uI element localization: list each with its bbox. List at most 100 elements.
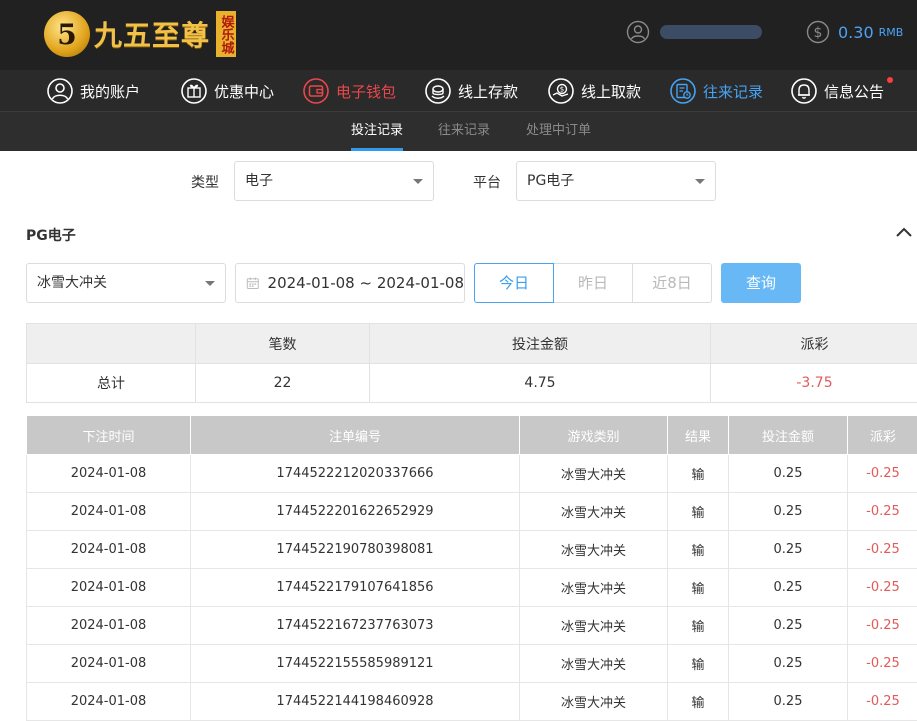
- game-select-value: 冰雪大冲关: [37, 275, 107, 291]
- payout: -0.25: [848, 531, 917, 569]
- bet-amount: 0.25: [729, 493, 848, 531]
- section-title: PG电子: [26, 225, 76, 245]
- chevron-down-icon: [695, 179, 705, 184]
- payout: -0.25: [848, 607, 917, 645]
- coin-icon: $: [806, 20, 830, 44]
- bet-time: 2024-01-08: [27, 569, 191, 607]
- bet-id: 1744522155585989121: [191, 645, 520, 683]
- platform-select-value: PG电子: [527, 173, 574, 189]
- payout: -0.25: [848, 493, 917, 531]
- bet-id: 1744522179107641856: [191, 569, 520, 607]
- game-category: 冰雪大冲关: [520, 569, 668, 607]
- nav-label: 往来记录: [703, 81, 763, 102]
- user-info[interactable]: [626, 20, 762, 44]
- date-range-picker[interactable]: 2024-01-08 ~ 2024-01-08: [235, 263, 465, 303]
- gift-icon: [180, 77, 208, 105]
- bet-id: 1744522201622652929: [191, 493, 520, 531]
- game-category: 冰雪大冲关: [520, 531, 668, 569]
- type-select[interactable]: 电子: [234, 161, 434, 201]
- summary-header-cell: 派彩: [711, 324, 917, 364]
- records-icon: [669, 77, 697, 105]
- nav-online-deposit[interactable]: 线上存款: [424, 76, 518, 106]
- records-header-cell: 派彩: [848, 416, 917, 455]
- nav-promotions[interactable]: 优惠中心: [180, 76, 274, 106]
- chevron-down-icon: [413, 179, 423, 184]
- balance-display: $ 0.30 RMB: [806, 20, 903, 44]
- game-category: 冰雪大冲关: [520, 645, 668, 683]
- table-row: 2024-01-08 1744522179107641856 冰雪大冲关 输 0…: [27, 569, 917, 607]
- bet-result: 输: [668, 607, 729, 645]
- bet-amount: 0.25: [729, 531, 848, 569]
- bet-result: 输: [668, 493, 729, 531]
- records-header-cell: 游戏类别: [520, 416, 668, 455]
- date-range-value: 2024-01-08 ~ 2024-01-08: [268, 274, 464, 292]
- platform-label: 平台: [473, 172, 501, 192]
- notification-dot: [887, 77, 893, 83]
- records-header-cell: 结果: [668, 416, 729, 455]
- bet-time: 2024-01-08: [27, 493, 191, 531]
- bet-id: 1744522144198460928: [191, 683, 520, 721]
- bet-time: 2024-01-08: [27, 531, 191, 569]
- summary-cell: 22: [196, 364, 370, 403]
- payout: -0.25: [848, 569, 917, 607]
- tab-transaction-records[interactable]: 往来记录: [438, 112, 490, 151]
- summary-total-row: 总计 22 4.75 -3.75: [27, 364, 917, 403]
- payout: -0.25: [848, 455, 917, 493]
- logo-badge-icon: 5: [44, 11, 90, 57]
- game-category: 冰雪大冲关: [520, 683, 668, 721]
- quick-last-8-days-button[interactable]: 近8日: [632, 263, 712, 303]
- nav-label: 线上取款: [581, 81, 641, 102]
- wallet-icon: [302, 77, 330, 105]
- platform-select[interactable]: PG电子: [516, 161, 716, 201]
- bet-result: 输: [668, 645, 729, 683]
- username-masked: [660, 25, 762, 39]
- query-button[interactable]: 查询: [721, 263, 801, 303]
- user-circle-icon: [46, 77, 74, 105]
- summary-header-cell: [27, 324, 196, 364]
- records-table: 下注时间 注单编号 游戏类别 结果 投注金额 派彩 2024-01-08 174…: [26, 415, 917, 721]
- bet-time: 2024-01-08: [27, 683, 191, 721]
- bet-result: 输: [668, 531, 729, 569]
- withdraw-icon: $: [547, 77, 575, 105]
- chevron-down-icon: [205, 281, 215, 286]
- summary-header-row: 笔数 投注金额 派彩: [27, 324, 917, 364]
- bet-amount: 0.25: [729, 645, 848, 683]
- summary-header-cell: 投注金额: [370, 324, 711, 364]
- table-row: 2024-01-08 1744522190780398081 冰雪大冲关 输 0…: [27, 531, 917, 569]
- deposit-icon: [424, 77, 452, 105]
- summary-cell: 总计: [27, 364, 196, 403]
- nav-label: 电子钱包: [336, 81, 396, 102]
- type-select-value: 电子: [245, 173, 273, 189]
- top-bar: 5 九五至尊 娱乐城 $ 0.30 RMB: [0, 0, 917, 70]
- bet-time: 2024-01-08: [27, 455, 191, 493]
- nav-online-withdraw[interactable]: $ 线上取款: [547, 76, 641, 106]
- calendar-icon: [246, 275, 260, 291]
- svg-text:$: $: [814, 25, 823, 41]
- game-select[interactable]: 冰雪大冲关: [26, 263, 226, 303]
- tab-bet-records[interactable]: 投注记录: [351, 112, 403, 151]
- bet-result: 输: [668, 455, 729, 493]
- records-header-cell: 注单编号: [191, 416, 520, 455]
- bet-id: 1744522212020337666: [191, 455, 520, 493]
- game-category: 冰雪大冲关: [520, 493, 668, 531]
- bet-time: 2024-01-08: [27, 607, 191, 645]
- nav-label: 线上存款: [458, 81, 518, 102]
- nav-my-account[interactable]: 我的账户: [46, 76, 140, 106]
- bet-result: 输: [668, 683, 729, 721]
- quick-today-button[interactable]: 今日: [474, 263, 554, 303]
- quick-yesterday-button[interactable]: 昨日: [553, 263, 633, 303]
- nav-e-wallet[interactable]: 电子钱包: [302, 76, 396, 106]
- nav-transaction-records[interactable]: 往来记录: [669, 76, 763, 106]
- nav-label: 我的账户: [80, 81, 140, 102]
- tab-pending-orders[interactable]: 处理中订单: [526, 112, 591, 151]
- bet-amount: 0.25: [729, 455, 848, 493]
- summary-table: 笔数 投注金额 派彩 总计 22 4.75 -3.75: [26, 323, 917, 403]
- table-row: 2024-01-08 1744522201622652929 冰雪大冲关 输 0…: [27, 493, 917, 531]
- records-header-row: 下注时间 注单编号 游戏类别 结果 投注金额 派彩: [27, 416, 917, 455]
- chevron-up-icon[interactable]: [894, 224, 914, 240]
- brand-name: 九五至尊: [94, 14, 210, 54]
- bet-amount: 0.25: [729, 569, 848, 607]
- sub-tabs: 投注记录 往来记录 处理中订单: [0, 112, 917, 151]
- brand-logo[interactable]: 5 九五至尊 娱乐城: [44, 8, 236, 60]
- nav-announcements[interactable]: 信息公告: [790, 76, 884, 106]
